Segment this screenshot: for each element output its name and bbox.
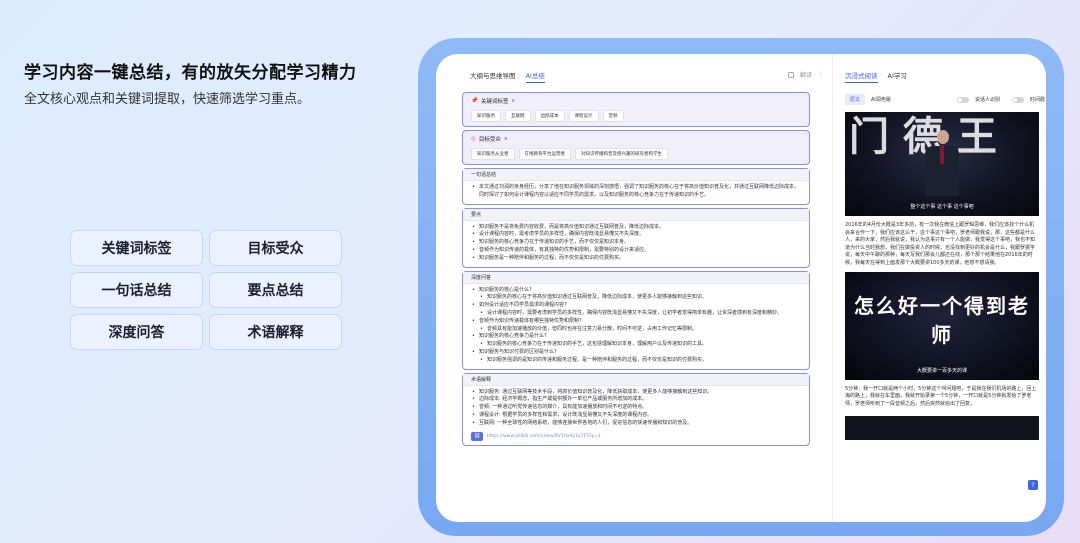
tab-ai-summary[interactable]: AI总结: [525, 70, 545, 83]
audience-tag[interactable]: 知识服务从业者: [471, 148, 515, 160]
keyword-tag[interactable]: 知识服务: [471, 110, 501, 122]
reading-pane: 沉浸式阅读 AI学习 原文 AI润色版 说话人识别 时间戳 门 德 王 整个这个…: [832, 54, 1046, 522]
app-screen: 大纲与思维导图 AI总结 翻译 ⋮ 📌 关键词标签 ∧ 知识服务 互联网 边际成…: [436, 54, 1046, 522]
qa-question: 知识服务与知识付费的区别是什么?: [471, 349, 801, 357]
terms-card: 术语解释 知识服务: 通过互联网等技术手段，将高价值知识普及化，降低获取成本，使…: [462, 372, 810, 446]
hero-title: 学习内容一键总结，有的放矢分配学习精力: [24, 63, 357, 83]
term-bullet: 课程设计: 根据学员的多样性和需求，设计既浅显易懂又不失深度的课程内容。: [471, 412, 801, 420]
term-bullet: 音频: 一种通过听觉传递信息的媒介，具有能加速播放和时间不可逆的特点。: [471, 404, 801, 412]
target-icon: ◎: [471, 136, 476, 142]
video-frame-3[interactable]: [845, 416, 1039, 441]
point-bullet: 知识服务的核心竞争力在于传递知识的手艺，而不仅仅是知识本身。: [471, 239, 801, 247]
qa-answer: 知识服务的核心竞争力在于传递知识的手艺，这包括理解知识本身，理解用户以及传递知识…: [471, 341, 801, 349]
mode-original-button[interactable]: 原文: [845, 94, 866, 105]
qa-answer: 知识服务强调的是知识的传递和服务过程，是一种陪伴和服务的过程，而不仅仅是知识的付…: [471, 357, 801, 365]
timestamp-toggle-label: 时间戳: [1029, 97, 1045, 103]
video-frame-2[interactable]: 怎么好一个得到老师 大概要讲一百多天的课: [845, 271, 1039, 380]
keyword-tag[interactable]: 边际成本: [534, 110, 565, 122]
deep-qa-card: 深度问答 知识服务的核心是什么? 知识服务的核心在于将高价值知识通过互联网普及，…: [462, 270, 810, 370]
collapse-icon[interactable]: ∧: [511, 98, 515, 104]
link-icon: ⛓: [471, 431, 483, 441]
pin-icon: 📌: [471, 98, 478, 104]
video-stage-text: 门 德 王: [849, 114, 997, 160]
transcript-paragraph-2: 5分钟，我一开口就是两个小时，5分钟这个叫问题吧，于是我在我们机场的路上，回上海…: [845, 385, 1037, 407]
keyword-card-title: 关键词标签: [480, 99, 509, 105]
transcript-scroll-area[interactable]: 门 德 王 整个这个事 这个事 这个事吧 2016年的4月份大概是3年多前，有一…: [845, 112, 1039, 441]
right-tabs: 沉浸式阅读 AI学习: [845, 70, 907, 83]
qa-answer: 知识服务的核心在于将高价值知识通过互联网普及，降低边际成本，使更多人能够接触到这…: [471, 294, 801, 302]
tab-immersive-reading[interactable]: 沉浸式阅读: [845, 70, 878, 83]
timestamp-toggle[interactable]: [1011, 96, 1024, 103]
tab-outline-mindmap[interactable]: 大纲与思维导图: [470, 70, 516, 83]
term-bullet: 互联网: 一种全球性的网络系统，能够连接世界各地的人们，促进信息的快速传播和知识…: [471, 420, 801, 428]
left-toolbar: 翻译 ⋮: [787, 70, 824, 79]
reading-controls: 原文 AI润色版 说话人识别 时间戳: [845, 94, 1045, 105]
summary-card-title: 一句话总结: [463, 169, 809, 181]
terms-card-title: 术语解释: [463, 373, 809, 386]
video-subtitle-2: 大概要讲一百多天的课: [916, 367, 967, 374]
video-stage-title: 怎么好一个得到老师: [854, 293, 1030, 347]
keyword-tag[interactable]: 课程设计: [568, 110, 599, 122]
feature-keyword-tags[interactable]: 关键词标签: [70, 230, 203, 266]
mode-ai-polish-button[interactable]: AI润色版: [871, 96, 891, 103]
feature-deep-qa[interactable]: 深度问答: [70, 314, 203, 350]
audience-tag[interactable]: 在线教育平台运营者: [518, 148, 571, 160]
summary-scroll-area[interactable]: 📌 关键词标签 ∧ 知识服务 互联网 边际成本 课程设计 音频 ◎ 目标受众 ∧…: [462, 92, 810, 449]
source-link[interactable]: https://www.bilibili.com/video/BV1Hx4y1x…: [487, 434, 601, 439]
qa-question: 知识服务的核心竞争力是什么?: [471, 333, 801, 341]
translate-button[interactable]: 翻译: [800, 70, 812, 79]
audience-card-title: 目标受众: [478, 137, 501, 143]
feature-term-explanation[interactable]: 术语解释: [209, 314, 342, 350]
chat-icon[interactable]: ?: [1028, 480, 1038, 490]
more-icon[interactable]: ⋮: [818, 71, 824, 78]
speaker-toggle-label: 说话人识别: [974, 97, 1000, 103]
copy-icon[interactable]: [787, 71, 794, 78]
device-frame: 大纲与思维导图 AI总结 翻译 ⋮ 📌 关键词标签 ∧ 知识服务 互联网 边际成…: [418, 38, 1064, 536]
qa-question: 音频作为知识传递载体有哪些独特优势和限制?: [471, 318, 801, 326]
key-points-card: 要点 知识服务不是将免费内容收费，而是将高价值知识通过互联网普及，降低边际成本。…: [462, 207, 810, 268]
ai-summary-pane: 大纲与思维导图 AI总结 翻译 ⋮ 📌 关键词标签 ∧ 知识服务 互联网 边际成…: [436, 54, 832, 522]
target-audience-card: ◎ 目标受众 ∧ 知识服务从业者 在线教育平台运营者 对知识传播和普及感兴趣的研…: [462, 130, 810, 165]
audience-tag[interactable]: 对知识传播和普及感兴趣的研究者和学生: [575, 148, 668, 160]
keyword-tag[interactable]: 音频: [602, 110, 624, 122]
collapse-icon[interactable]: ∧: [504, 136, 508, 142]
transcript-paragraph-1: 2016年的4月份大概是3年多前，有一次我在微信上跟罗辑思维，我们应该找个什么机…: [845, 222, 1036, 266]
points-card-title: 要点: [463, 208, 809, 221]
point-bullet: 音频作为知识传递的载体，有其独特的优势和限制，需要特别的设计来适应。: [471, 247, 801, 255]
speaker-toggle[interactable]: [956, 96, 969, 103]
qa-card-title: 深度问答: [463, 271, 809, 284]
point-bullet: 知识服务是一种陪伴和服务的过程，而不仅仅是知识的付费购买。: [471, 255, 801, 263]
keyword-tag[interactable]: 互联网: [505, 110, 531, 122]
term-bullet: 边际成本: 经济学概念，指生产或提供额外一单位产品或服务所增加的成本。: [471, 396, 801, 404]
summary-bullet: 本文通过刘润的亲身经历，分享了他在知识服务领域的深刻感悟，强调了知识服务的核心在…: [471, 184, 801, 200]
feature-key-points[interactable]: 要点总结: [209, 272, 342, 308]
feature-one-sentence-summary[interactable]: 一句话总结: [70, 272, 203, 308]
feature-grid: 关键词标签 目标受众 一句话总结 要点总结 深度问答 术语解释: [70, 230, 342, 350]
left-tabs: 大纲与思维导图 AI总结: [470, 70, 545, 83]
tab-ai-learning[interactable]: AI学习: [888, 70, 907, 83]
video-frame-1[interactable]: 门 德 王 整个这个事 这个事 这个事吧: [845, 112, 1039, 216]
one-sentence-summary-card: 一句话总结 本文通过刘润的亲身经历，分享了他在知识服务领域的深刻感悟，强调了知识…: [462, 168, 810, 205]
qa-question: 如何设计适应不同学员需求的课程内容?: [471, 302, 801, 310]
qa-answer: 设计课程内容时，需要考虑到学员的多样性，确保内容既浅显易懂又不失深度，让初学者觉…: [471, 310, 801, 318]
feature-target-audience[interactable]: 目标受众: [209, 230, 342, 266]
keyword-tags-card: 📌 关键词标签 ∧ 知识服务 互联网 边际成本 课程设计 音频: [462, 92, 810, 127]
video-subtitle-1: 整个这个事 这个事 这个事吧: [910, 204, 974, 210]
speaker-figure: [925, 130, 961, 200]
hero-subtitle: 全文核心观点和关键词提取，快速筛选学习重点。: [24, 92, 311, 107]
